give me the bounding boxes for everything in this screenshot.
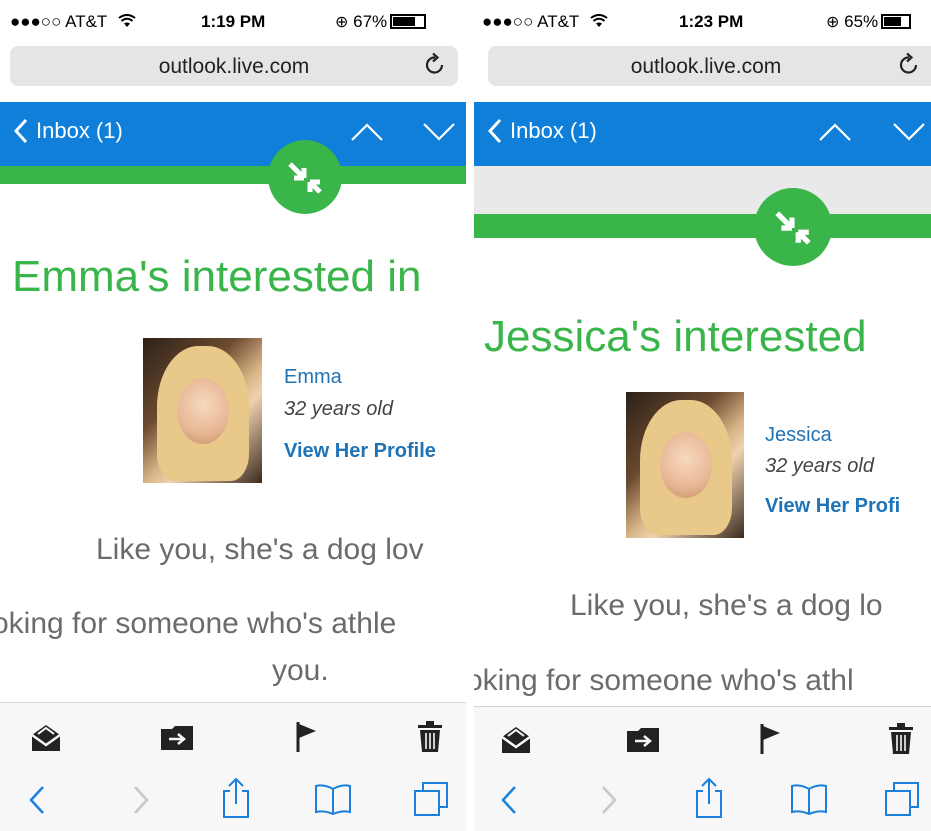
clock: 1:19 PM: [201, 12, 266, 31]
battery-fill: [884, 17, 902, 26]
url-text: outlook.live.com: [630, 55, 782, 78]
back-label: Inbox (1): [36, 118, 123, 143]
connect-arrows-icon: [288, 162, 322, 194]
bookmarks-icon[interactable]: [790, 783, 828, 820]
tabs-icon[interactable]: [413, 781, 449, 822]
wifi-icon: [590, 13, 608, 33]
green-banner: [474, 214, 931, 238]
email-body-line-1: Like you, she's a dog lo: [570, 589, 883, 622]
chevron-up-icon: [819, 123, 851, 141]
move-to-folder-icon[interactable]: [160, 725, 194, 756]
view-profile-link[interactable]: View Her Profile: [284, 440, 436, 463]
battery-indicator: ⊕ 65%: [826, 12, 912, 32]
profile-name-link[interactable]: Jessica: [765, 424, 832, 447]
battery-icon: [390, 14, 427, 29]
battery-indicator: ⊕ 67%: [335, 12, 427, 32]
share-icon[interactable]: [221, 777, 251, 824]
safari-back-icon[interactable]: [28, 785, 46, 820]
address-bar[interactable]: outlook.live.com: [10, 46, 458, 86]
flag-icon[interactable]: [760, 723, 782, 760]
next-message-button[interactable]: [422, 122, 456, 147]
email-body-line-2: oking for someone who's athl: [474, 664, 854, 697]
back-to-inbox-button[interactable]: Inbox (1): [14, 118, 123, 144]
view-profile-link[interactable]: View Her Profi: [765, 495, 900, 518]
email-body-line-3: you.: [272, 654, 329, 687]
profile-age: 32 years old: [284, 398, 393, 420]
green-banner: [0, 166, 466, 184]
gray-banner: [474, 166, 931, 214]
email-body-line-1: Like you, she's a dog lov: [96, 533, 424, 566]
rotation-lock-icon: ⊕: [826, 14, 840, 31]
profile-photo[interactable]: [626, 392, 744, 538]
trash-icon[interactable]: [888, 723, 914, 760]
email-headline: Emma's interested in: [12, 252, 422, 301]
carrier-label: ●●●○○ AT&T: [482, 12, 580, 31]
chevron-up-icon: [351, 123, 383, 141]
match-badge: [268, 140, 342, 214]
chevron-left-icon: [488, 118, 502, 144]
battery-percent: 65%: [844, 12, 879, 31]
safari-back-icon[interactable]: [500, 785, 518, 820]
move-to-folder-icon[interactable]: [626, 727, 660, 758]
photo-face: [660, 432, 712, 498]
back-label: Inbox (1): [510, 118, 597, 143]
envelope-open-icon[interactable]: [498, 725, 534, 760]
profile-photo[interactable]: [143, 338, 262, 483]
bookmarks-icon[interactable]: [314, 783, 352, 820]
mail-action-toolbar: [474, 706, 931, 770]
next-message-button[interactable]: [892, 122, 926, 147]
safari-forward-icon[interactable]: [600, 785, 618, 820]
connect-arrows-icon: [775, 211, 811, 245]
carrier-label: ●●●○○ AT&T: [10, 12, 108, 31]
mail-header: Inbox (1): [0, 102, 466, 166]
left-screenshot: ●●●○○ AT&T 1:19 PM ⊕ 67% outlook.live.co…: [0, 0, 466, 831]
reload-icon[interactable]: [898, 52, 920, 83]
back-to-inbox-button[interactable]: Inbox (1): [488, 118, 597, 144]
chevron-down-icon: [423, 123, 455, 141]
envelope-open-icon[interactable]: [28, 723, 64, 758]
wifi-icon: [118, 13, 136, 33]
reload-icon[interactable]: [424, 52, 446, 83]
battery-icon: [881, 14, 912, 29]
right-screenshot: ●●●○○ AT&T 1:23 PM ⊕ 65% outlook.live.co…: [474, 0, 931, 831]
clock: 1:23 PM: [679, 12, 744, 31]
battery-fill: [393, 17, 415, 26]
mail-header: Inbox (1): [474, 102, 931, 166]
status-bar: ●●●○○ AT&T 1:19 PM ⊕ 67%: [0, 0, 466, 40]
chevron-left-icon: [14, 118, 28, 144]
rotation-lock-icon: ⊕: [335, 14, 349, 31]
safari-toolbar: [0, 769, 466, 831]
tabs-icon[interactable]: [884, 781, 920, 822]
address-bar[interactable]: outlook.live.com: [488, 46, 931, 86]
previous-message-button[interactable]: [818, 122, 852, 147]
panel-divider: [466, 0, 474, 831]
profile-name-link[interactable]: Emma: [284, 366, 342, 389]
trash-icon[interactable]: [417, 721, 443, 758]
match-badge: [754, 188, 832, 266]
profile-age: 32 years old: [765, 455, 874, 477]
share-icon[interactable]: [694, 777, 724, 824]
email-body-line-2: oking for someone who's athle: [0, 607, 397, 640]
chevron-down-icon: [893, 123, 925, 141]
battery-percent: 67%: [353, 12, 388, 31]
safari-forward-icon[interactable]: [132, 785, 150, 820]
photo-face: [177, 378, 229, 444]
previous-message-button[interactable]: [350, 122, 384, 147]
url-text: outlook.live.com: [158, 55, 310, 78]
status-bar: ●●●○○ AT&T 1:23 PM ⊕ 65%: [474, 0, 931, 40]
mail-action-toolbar: [0, 702, 466, 772]
email-headline: Jessica's interested: [484, 312, 867, 361]
flag-icon[interactable]: [296, 721, 318, 758]
safari-toolbar: [474, 769, 931, 831]
